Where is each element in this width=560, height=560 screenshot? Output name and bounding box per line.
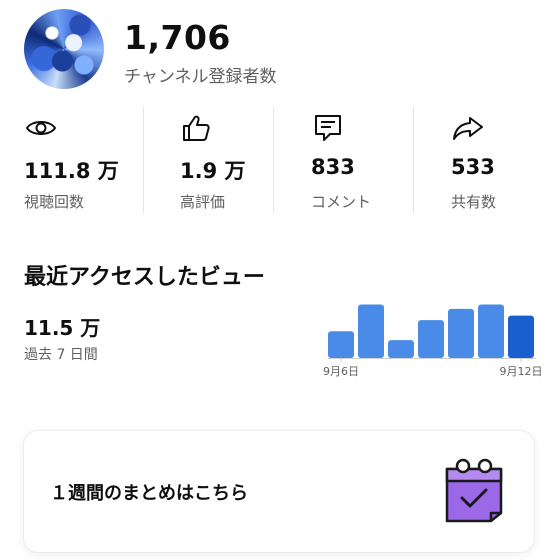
recent-views-period: 過去 7 日間 [24, 347, 98, 363]
divider [273, 107, 274, 213]
chart-bar [358, 304, 384, 358]
stat-value: 1.9 万 [180, 159, 246, 183]
stat-label: 共有数 [451, 193, 497, 211]
stats-row: 111.8 万 視聴回数 1.9 万 高評価 833 コメント 533 共有数 [0, 107, 560, 215]
stat-label: 高評価 [180, 193, 226, 211]
chart-tick-label: 9月6日 [323, 365, 359, 378]
recent-views-title: 最近アクセスしたビュー [24, 265, 265, 290]
chart-bar [478, 304, 504, 358]
chart-bar [328, 331, 354, 358]
eye-icon [25, 121, 57, 135]
weekly-summary-card[interactable]: １週間のまとめはこちら [24, 431, 534, 552]
share-icon [453, 117, 483, 140]
stat-label: コメント [311, 193, 372, 211]
thumbs-up-icon [183, 115, 210, 141]
channel-avatar[interactable] [24, 9, 104, 89]
chart-bar [448, 308, 474, 358]
stat-value: 533 [451, 155, 495, 179]
stat-value: 111.8 万 [24, 159, 119, 183]
weekly-summary-text: １週間のまとめはこちら [50, 483, 248, 504]
views-chart-svg: 9月6日 9月12日 [323, 304, 543, 378]
recent-views-total: 11.5 万 [24, 316, 101, 340]
chart-tick-label: 9月12日 [500, 365, 543, 378]
divider [413, 107, 414, 213]
stat-value: 833 [311, 155, 355, 179]
chart-bar [418, 320, 444, 358]
divider [143, 107, 144, 213]
calendar-check-icon [445, 458, 503, 523]
chart-bar [388, 340, 414, 358]
subscriber-count: 1,706 [124, 18, 231, 57]
stat-label: 視聴回数 [24, 193, 85, 211]
views-bar-chart[interactable]: 9月6日 9月12日 [323, 300, 543, 382]
comment-icon [315, 115, 341, 141]
subscriber-label: チャンネル登録者数 [124, 67, 277, 87]
channel-header: 1,706 チャンネル登録者数 [24, 9, 544, 91]
chart-bar [508, 315, 534, 358]
